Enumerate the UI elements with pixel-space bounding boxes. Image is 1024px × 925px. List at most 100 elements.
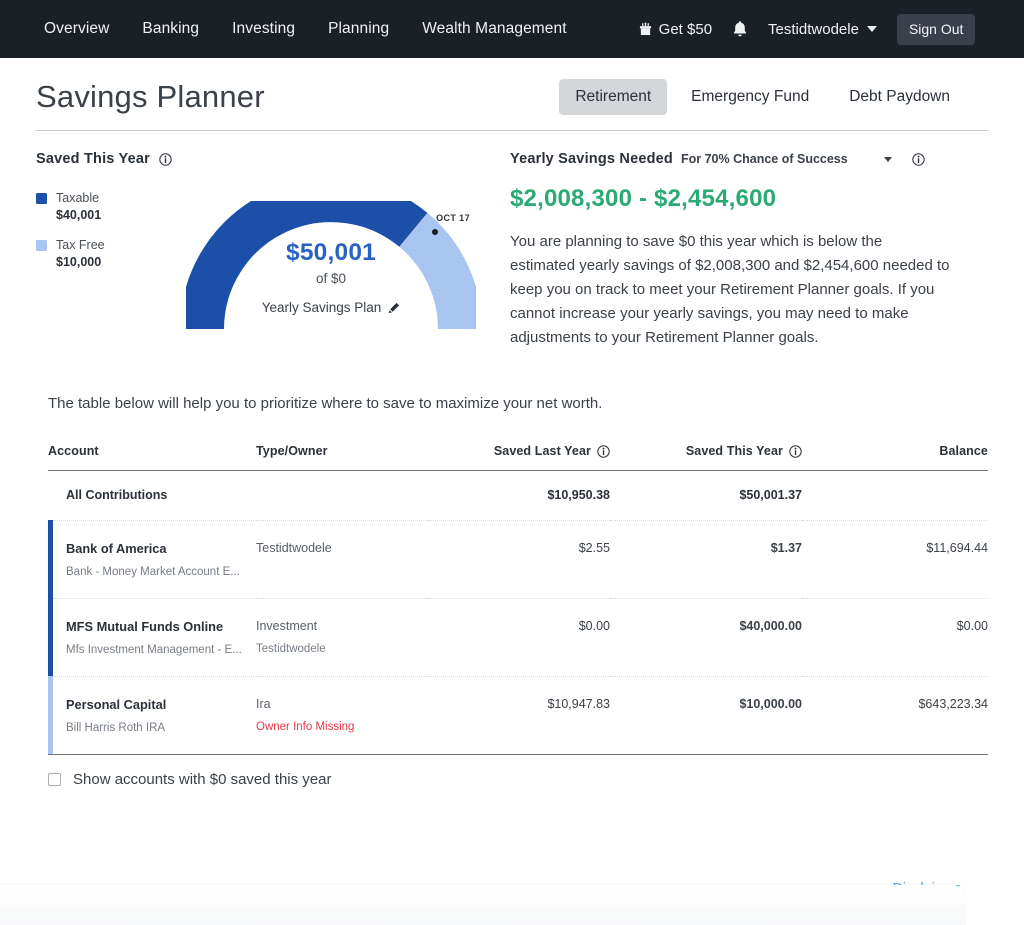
legend-swatch-taxable: [36, 192, 47, 204]
info-icon[interactable]: [597, 444, 610, 458]
column-header-account-label: Account: [48, 444, 99, 458]
table-row-all-contributions: All Contributions $10,950.38 $50,001.37: [48, 471, 988, 521]
table-row[interactable]: Personal Capital Bill Harris Roth IRA Ir…: [48, 676, 988, 754]
user-name-label: Testidtwodele: [768, 20, 859, 38]
table-header-row: Account Type/Owner Saved Last Year Saved…: [48, 444, 988, 470]
yearly-savings-needed-header: Yearly Savings Needed For 70% Chance of …: [510, 151, 988, 167]
gauge-amount: $50,001: [286, 239, 376, 266]
account-description: Bank - Money Market Account E...: [66, 566, 240, 578]
account-cell: MFS Mutual Funds Online Mfs Investment M…: [48, 598, 256, 677]
planner-tabs: Retirement Emergency Fund Debt Paydown: [559, 79, 966, 115]
saved-this-year-cell: $10,000.00: [610, 676, 802, 754]
table-row[interactable]: Bank of America Bank - Money Market Acco…: [48, 520, 988, 599]
account-type: Testidtwodele: [256, 541, 332, 555]
footer-sheet: [0, 885, 966, 925]
account-type: Investment: [256, 619, 318, 633]
column-header-saved-this-year[interactable]: Saved This Year: [610, 444, 802, 470]
column-header-saved-last-year-label: Saved Last Year: [493, 444, 591, 458]
all-contributions-label: All Contributions: [66, 488, 168, 502]
saved-this-year-cell: $1.37: [610, 520, 802, 599]
info-icon[interactable]: [159, 152, 172, 166]
gauge-plan-label: Yearly Savings Plan: [261, 300, 382, 315]
show-zero-accounts-checkbox[interactable]: Show accounts with $0 saved this year: [48, 771, 988, 788]
balance-cell: $643,223.34: [802, 676, 988, 754]
row-accent-bar: [48, 676, 53, 754]
nav-link-investing[interactable]: Investing: [232, 20, 295, 38]
nav-link-banking[interactable]: Banking: [142, 20, 199, 38]
legend-label-taxable: Taxable: [56, 191, 100, 205]
account-name: MFS Mutual Funds Online: [66, 619, 224, 634]
nav-link-planning[interactable]: Planning: [328, 20, 389, 38]
column-header-account[interactable]: Account: [48, 444, 256, 470]
user-menu[interactable]: Testidtwodele: [768, 21, 877, 38]
top-navigation-bar: Overview Banking Investing Planning Weal…: [0, 0, 1024, 58]
row-accent-bar: [48, 520, 53, 598]
legend-label-tax-free: Tax Free: [56, 238, 105, 252]
gauge-goal-label: of $0: [315, 271, 347, 286]
primary-nav-links: Overview Banking Investing Planning Weal…: [44, 20, 567, 38]
balance-cell: $11,694.44: [802, 520, 988, 599]
type-owner-cell: Investment Testidtwodele: [256, 598, 428, 677]
table-row[interactable]: MFS Mutual Funds Online Mfs Investment M…: [48, 598, 988, 677]
account-description: Mfs Investment Management - E...: [66, 644, 242, 656]
info-icon[interactable]: [912, 152, 925, 166]
saved-last-year-cell: $10,947.83: [428, 676, 610, 754]
gauge-center-content: $50,001 of $0 Yearly Savings Plan: [186, 239, 476, 315]
row-accent-bar: [48, 598, 53, 676]
column-header-balance-label: Balance: [939, 444, 988, 458]
saved-this-year-title: Saved This Year: [36, 151, 150, 167]
balance-cell: $0.00: [802, 598, 988, 677]
summary-section: Saved This Year Taxable $40,001 Tax Free: [36, 131, 988, 371]
saved-last-year-cell: $2.55: [428, 520, 610, 599]
chevron-down-icon: [866, 26, 877, 32]
info-icon[interactable]: [789, 444, 802, 458]
tab-emergency-fund[interactable]: Emergency Fund: [675, 79, 825, 115]
nav-link-overview[interactable]: Overview: [44, 20, 109, 38]
pencil-icon[interactable]: [388, 302, 400, 314]
account-owner: Testidtwodele: [256, 643, 326, 655]
gauge-plan-row: Yearly Savings Plan: [186, 300, 476, 315]
column-header-type-owner-label: Type/Owner: [256, 444, 328, 458]
page-title: Savings Planner: [36, 79, 265, 114]
account-type: Ira: [256, 697, 271, 711]
all-contributions-saved-this-year: $50,001.37: [739, 488, 802, 502]
tab-debt-paydown[interactable]: Debt Paydown: [833, 79, 966, 115]
yearly-savings-needed-panel: Yearly Savings Needed For 70% Chance of …: [502, 151, 988, 371]
table-bottom-rule: [48, 754, 988, 755]
page-header: Savings Planner Retirement Emergency Fun…: [36, 58, 988, 131]
get-offer-button[interactable]: Get $50: [639, 21, 712, 38]
accounts-table: Account Type/Owner Saved Last Year Saved…: [48, 444, 988, 755]
gauge-marker-label: OCT 17: [436, 213, 470, 223]
get-offer-label: Get $50: [658, 20, 713, 38]
show-zero-accounts-label: Show accounts with $0 saved this year: [73, 771, 332, 788]
column-header-saved-last-year[interactable]: Saved Last Year: [428, 444, 610, 470]
column-header-balance[interactable]: Balance: [802, 444, 988, 470]
savings-needed-range: $2,008,300 - $2,454,600: [510, 185, 777, 212]
yearly-savings-needed-title: Yearly Savings Needed: [510, 151, 673, 167]
checkbox-box[interactable]: [48, 773, 61, 786]
saved-this-year-panel: Saved This Year Taxable $40,001 Tax Free: [36, 151, 502, 371]
saved-last-year-cell: $0.00: [428, 598, 610, 677]
bell-icon[interactable]: [732, 20, 748, 38]
type-owner-cell: Testidtwodele: [256, 520, 428, 599]
account-name: Personal Capital: [66, 697, 167, 712]
gift-icon: [639, 22, 651, 36]
savings-needed-description: You are planning to save $0 this year wh…: [510, 233, 950, 346]
account-name: Bank of America: [66, 541, 167, 556]
saved-this-year-cell: $40,000.00: [610, 598, 802, 677]
type-owner-cell: Ira Owner Info Missing: [256, 676, 428, 754]
chevron-down-icon[interactable]: [883, 156, 892, 162]
nav-right-cluster: Get $50 Testidtwodele Sign Out: [639, 13, 976, 45]
account-cell: Personal Capital Bill Harris Roth IRA: [48, 676, 256, 754]
account-cell: Bank of America Bank - Money Market Acco…: [48, 520, 256, 599]
column-header-type-owner[interactable]: Type/Owner: [256, 444, 428, 470]
table-intro-text: The table below will help you to priorit…: [48, 395, 603, 412]
nav-link-wealth-management[interactable]: Wealth Management: [422, 20, 566, 38]
all-contributions-saved-last-year: $10,950.38: [547, 488, 610, 502]
saved-this-year-title-row: Saved This Year: [36, 151, 502, 167]
sign-out-button[interactable]: Sign Out: [896, 13, 976, 45]
success-probability-label: For 70% Chance of Success: [680, 152, 848, 166]
account-description: Bill Harris Roth IRA: [66, 722, 166, 734]
tab-retirement[interactable]: Retirement: [559, 79, 668, 115]
gauge-marker-dot: [432, 229, 438, 235]
